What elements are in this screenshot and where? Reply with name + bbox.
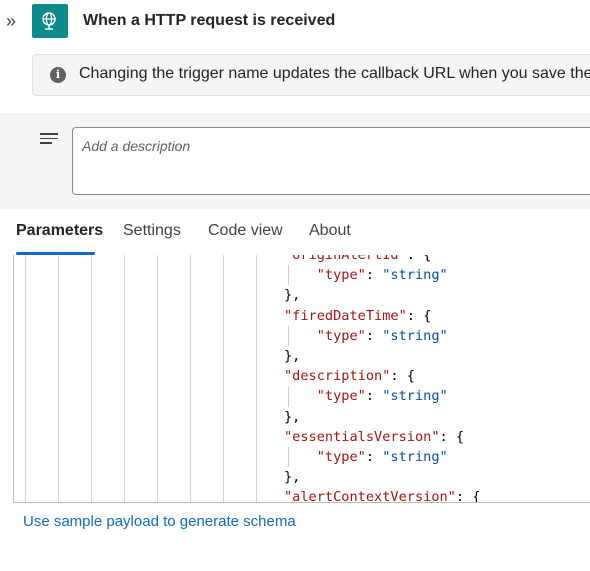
code-line: "alertContextVersion": { xyxy=(284,487,481,503)
json-punct: : { xyxy=(406,255,432,263)
json-punct: : { xyxy=(439,428,465,445)
schema-editor[interactable]: "originAlertId": { "type": "string"}, "fi… xyxy=(13,255,590,503)
indent-guide xyxy=(58,255,59,502)
code-line: "type": "string" xyxy=(284,446,480,468)
indent-guide xyxy=(288,446,289,468)
tab-code-view[interactable]: Code view xyxy=(208,222,283,240)
indent-guide xyxy=(288,386,289,407)
indent-guide xyxy=(288,265,289,286)
code-line: }, xyxy=(284,467,480,487)
json-string: "string" xyxy=(382,327,448,344)
json-punct: }, xyxy=(284,408,301,425)
code-line: "type": "string" xyxy=(284,325,480,346)
use-sample-payload-link[interactable]: Use sample payload to generate schema xyxy=(23,513,296,530)
json-punct: : xyxy=(365,448,383,465)
code-line: }, xyxy=(284,346,480,366)
json-punct: : { xyxy=(455,489,481,503)
code-line: }, xyxy=(284,285,480,305)
code-line: "description": { xyxy=(284,366,480,386)
info-bar: i Changing the trigger name updates the … xyxy=(32,54,590,96)
json-key: "type" xyxy=(316,327,366,344)
tab-about[interactable]: About xyxy=(309,222,351,240)
json-punct: }, xyxy=(284,469,301,486)
indent-guide xyxy=(256,255,257,502)
description-section xyxy=(0,113,590,209)
json-key: "type" xyxy=(316,448,366,465)
tab-settings[interactable]: Settings xyxy=(123,222,181,240)
indent-guide xyxy=(190,255,191,502)
info-message: Changing the trigger name updates the ca… xyxy=(79,65,590,82)
json-key: "firedDateTime" xyxy=(284,307,407,324)
json-punct: : { xyxy=(406,307,432,324)
code-line: "firedDateTime": { xyxy=(284,306,480,326)
indent-guide xyxy=(25,255,26,502)
indent-guide xyxy=(288,325,289,346)
info-icon: i xyxy=(50,67,66,83)
json-key: "originAlertId" xyxy=(284,255,407,263)
json-string: "string" xyxy=(382,388,448,405)
description-input[interactable] xyxy=(72,127,590,195)
indent-guide xyxy=(223,255,224,502)
json-punct: : xyxy=(365,327,383,344)
json-key: "alertContextVersion" xyxy=(284,489,456,503)
json-key: "description" xyxy=(284,368,391,385)
json-punct: }, xyxy=(284,347,301,364)
schema-code[interactable]: "originAlertId": { "type": "string"}, "fi… xyxy=(284,255,481,503)
code-line: "type": "string" xyxy=(284,386,480,407)
code-line: "essentialsVersion": { xyxy=(284,427,480,447)
indent-guide xyxy=(91,255,92,502)
tab-parameters[interactable]: Parameters xyxy=(16,222,103,240)
lines-icon xyxy=(40,133,58,147)
collapse-panel-icon[interactable]: » xyxy=(6,10,26,32)
code-line: "originAlertId": { xyxy=(284,255,480,265)
json-string: "string" xyxy=(382,448,448,465)
json-key: "type" xyxy=(316,388,366,405)
indent-guide xyxy=(124,255,125,502)
code-line: }, xyxy=(284,407,480,427)
json-key: "type" xyxy=(316,267,366,284)
json-punct: }, xyxy=(284,287,301,304)
code-line: "type": "string" xyxy=(284,265,480,286)
json-punct: : xyxy=(365,388,383,405)
indent-guide xyxy=(157,255,158,502)
trigger-title[interactable]: When a HTTP request is received xyxy=(83,12,335,30)
globe-icon xyxy=(32,4,68,38)
json-string: "string" xyxy=(382,267,448,284)
json-key: "essentialsVersion" xyxy=(284,428,440,445)
json-punct: : xyxy=(365,267,383,284)
json-punct: : { xyxy=(390,368,415,385)
